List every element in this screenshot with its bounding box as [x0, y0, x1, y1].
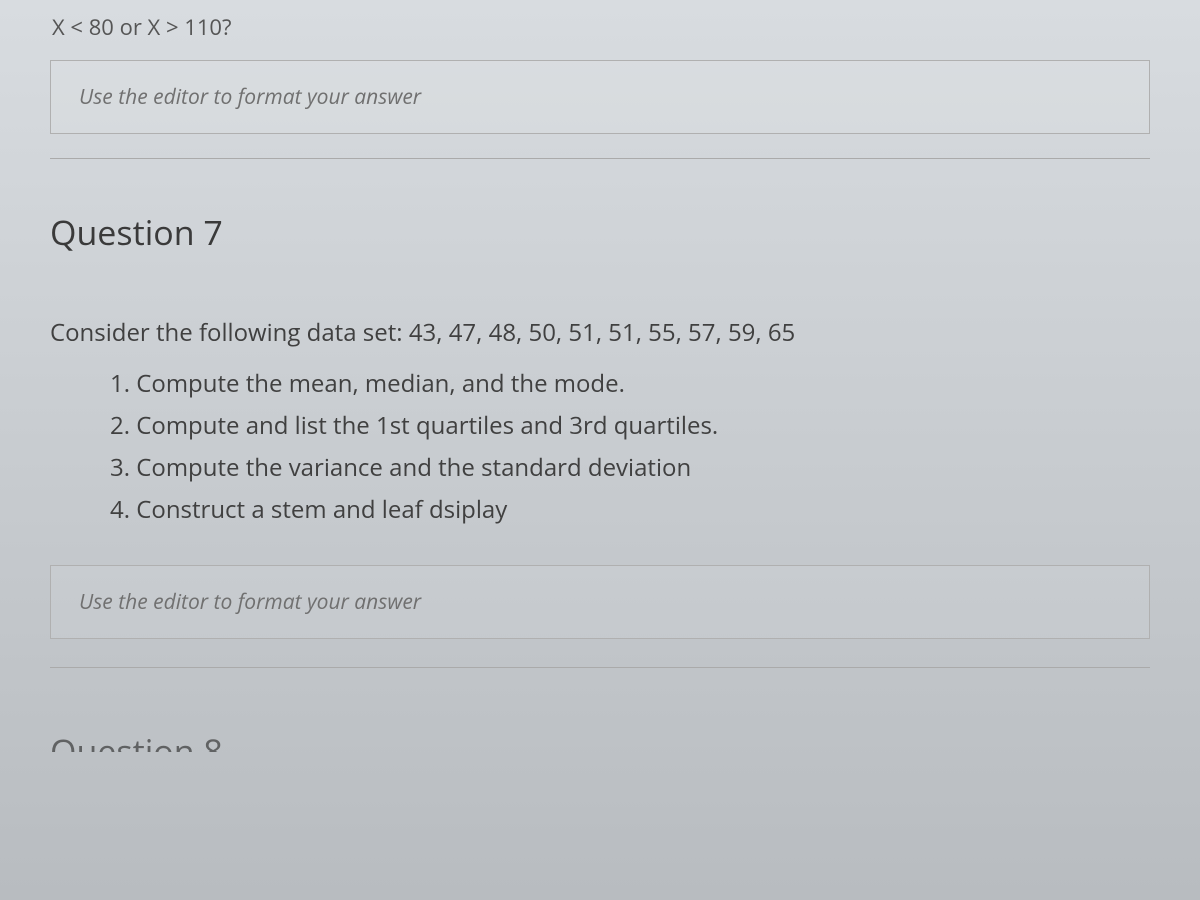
prev-question-fragment: X < 80 or X > 110?	[52, 12, 1150, 42]
editor-placeholder-current: Use the editor to format your answer	[79, 588, 1121, 616]
list-item: 1. Compute the mean, median, and the mod…	[110, 363, 1150, 405]
page-container: X < 80 or X > 110? Use the editor to for…	[0, 0, 1200, 752]
question-list: 1. Compute the mean, median, and the mod…	[50, 363, 1150, 531]
divider-bottom	[50, 667, 1150, 668]
next-question-partial: Question 8	[50, 728, 1150, 752]
answer-editor-current[interactable]: Use the editor to format your answer	[50, 565, 1150, 639]
question-prompt: Consider the following data set: 43, 47,…	[50, 315, 1150, 351]
list-item: 2. Compute and list the 1st quartiles an…	[110, 405, 1150, 447]
list-item: 4. Construct a stem and leaf dsiplay	[110, 489, 1150, 531]
answer-editor-prev[interactable]: Use the editor to format your answer	[50, 60, 1150, 134]
question-divider	[50, 158, 1150, 159]
editor-placeholder-prev: Use the editor to format your answer	[79, 83, 1121, 111]
question-title: Question 7	[50, 209, 1150, 255]
list-item: 3. Compute the variance and the standard…	[110, 447, 1150, 489]
